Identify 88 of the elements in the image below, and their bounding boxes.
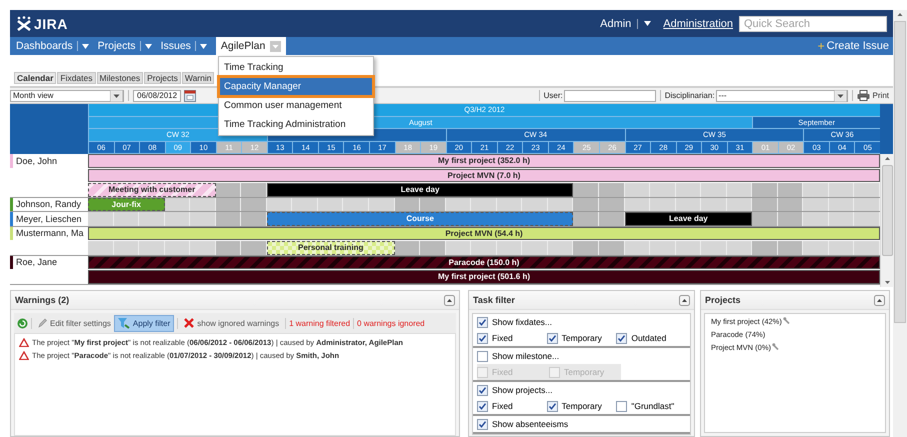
checkbox[interactable] (477, 418, 488, 430)
filtered-count[interactable]: 1 warning filtered (289, 318, 350, 328)
ignored-count[interactable]: 0 warnings ignored (357, 318, 425, 328)
checkbox[interactable] (546, 400, 558, 412)
print-button[interactable]: Print (856, 90, 889, 101)
nav-item[interactable]: Issues (160, 37, 211, 55)
panel-title: Warnings (2) (15, 295, 70, 305)
checkbox-label: Show fixdates... (492, 317, 552, 327)
printer-icon[interactable] (856, 90, 870, 101)
search-field[interactable]: Quick Search (739, 16, 887, 32)
disciplinarian-select[interactable]: --- (716, 90, 848, 102)
panel-title: Projects (705, 295, 741, 305)
checkbox[interactable] (477, 384, 488, 396)
checkbox[interactable] (616, 400, 628, 412)
refresh-icon[interactable] (17, 318, 28, 328)
task-bar[interactable]: Leave day (624, 212, 752, 226)
menu-item[interactable]: Capacity Manager (219, 77, 373, 96)
caret-icon[interactable] (144, 44, 152, 48)
view-select[interactable]: Month view (10, 90, 124, 102)
person-name: Mustermann, Ma (16, 228, 84, 238)
task-bar[interactable]: Personal training (266, 241, 395, 254)
tab[interactable]: Projects (144, 72, 181, 84)
funnel-icon[interactable] (118, 318, 130, 328)
caret-icon[interactable] (110, 90, 123, 102)
task-bar[interactable]: My first project (352.0 h) (88, 154, 880, 168)
checkbox-label: Fixed (492, 401, 513, 411)
checkbox-label: Fixed (492, 333, 513, 343)
checkbox-label: "Grundlast" (631, 401, 674, 411)
person-name: Roe, Jane (16, 257, 58, 268)
task-bar[interactable]: Meeting with customer (88, 183, 216, 196)
task-bar[interactable]: My first project (501.6 h) (88, 270, 880, 284)
checkbox-label: Temporary (562, 401, 602, 411)
pencil-icon[interactable] (38, 318, 47, 328)
apply-filter-button[interactable]: Apply filter (114, 314, 174, 332)
scrollbar[interactable] (880, 154, 893, 287)
collapse-icon[interactable] (679, 294, 690, 306)
collapse-icon[interactable] (444, 294, 455, 306)
checkbox-label: Show milestone... (492, 351, 560, 361)
date-field[interactable]: 06/08/2012 (133, 90, 181, 102)
caret-icon[interactable] (82, 44, 89, 48)
administration-link[interactable]: Administration (663, 18, 733, 30)
checkbox-label: Temporary (562, 333, 602, 343)
checkbox[interactable] (546, 332, 558, 344)
calendar-icon[interactable] (184, 90, 196, 102)
nav-item[interactable]: Projects (98, 37, 156, 55)
wrench-icon[interactable] (782, 317, 792, 325)
show-ignored-button[interactable]: show ignored warnings (181, 316, 282, 330)
logo-text: JIRA (34, 16, 68, 32)
user-field[interactable] (564, 90, 656, 102)
checkbox[interactable] (477, 400, 488, 412)
wrench-icon[interactable] (772, 343, 782, 351)
logo-icon (16, 16, 32, 31)
cross-icon[interactable] (184, 318, 194, 328)
tab[interactable]: Milestones (96, 72, 144, 84)
person-name: Johnson, Randy (16, 199, 82, 210)
checkbox[interactable] (616, 332, 628, 344)
caret-icon[interactable] (644, 21, 652, 26)
task-bar[interactable]: Leave day (266, 183, 574, 196)
page-scrollbar[interactable] (893, 10, 907, 437)
create-issue-link[interactable]: + Create Issue (818, 37, 893, 55)
checkbox-label: Show absenteeisms (492, 419, 568, 429)
edit-filter-button[interactable]: Edit filter settings (35, 316, 114, 330)
disciplinarian-label: Disciplinarian: (664, 91, 715, 100)
task-bar[interactable]: Project MVN (54.4 h) (88, 226, 880, 240)
checkbox[interactable] (477, 332, 488, 344)
nav-item[interactable]: Dashboards (16, 37, 93, 55)
tab[interactable]: Fixdates (57, 72, 96, 84)
person-name: Doe, John (16, 156, 58, 166)
panel-title: Task filter (473, 295, 515, 305)
task-bar[interactable]: Paracode (150.0 h) (88, 256, 880, 269)
checkbox-label: Outdated (631, 333, 666, 343)
user-label: User: (544, 91, 563, 100)
person-name: Meyer, Lieschen (16, 214, 82, 224)
nav-item[interactable]: AgilePlan (216, 37, 286, 55)
caret-icon[interactable] (200, 44, 207, 48)
task-bar[interactable]: Course (266, 212, 574, 226)
menu-item[interactable]: Time Tracking (219, 58, 373, 77)
tab[interactable]: Calendar (14, 72, 56, 84)
task-bar[interactable]: Project MVN (7.0 h) (88, 168, 880, 182)
checkbox-label: Show projects... (492, 385, 552, 395)
user-menu[interactable]: Admin (600, 18, 652, 30)
checkbox[interactable] (477, 350, 488, 362)
caret-icon[interactable] (834, 90, 847, 102)
checkbox-label: Fixed (492, 367, 513, 377)
collapse-icon[interactable] (874, 294, 885, 306)
checkbox[interactable] (477, 316, 488, 328)
checkbox-label: Temporary (564, 367, 604, 377)
tab[interactable]: Warnin (182, 72, 214, 84)
